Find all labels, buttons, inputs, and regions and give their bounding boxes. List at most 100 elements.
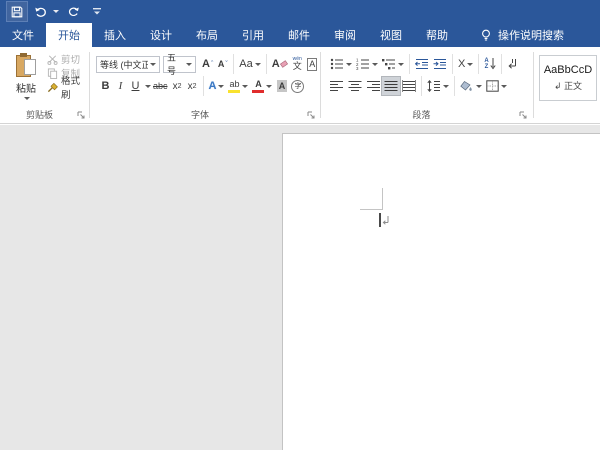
superscript-button[interactable]: x2 xyxy=(185,77,200,95)
align-right-icon xyxy=(366,80,380,92)
paste-label: 粘贴 xyxy=(16,80,36,95)
undo-dropdown[interactable] xyxy=(51,2,59,21)
eraser-icon xyxy=(280,60,288,68)
chevron-down-icon xyxy=(467,63,473,66)
tab-review[interactable]: 审阅 xyxy=(322,23,368,47)
dialog-launcher-icon xyxy=(519,111,528,120)
distribute-button[interactable] xyxy=(400,77,418,95)
format-painter-label: 格式刷 xyxy=(61,73,89,101)
separator xyxy=(233,54,234,74)
paragraph-dialog-launcher[interactable] xyxy=(519,111,528,120)
tab-view[interactable]: 视图 xyxy=(368,23,414,47)
separator xyxy=(409,54,410,74)
numbering-button[interactable]: 123 xyxy=(354,55,380,73)
align-right-button[interactable] xyxy=(364,77,382,95)
shading-button[interactable] xyxy=(458,77,484,95)
show-marks-icon xyxy=(507,58,518,70)
line-spacing-button[interactable] xyxy=(425,77,451,95)
decrease-indent-button[interactable] xyxy=(413,55,431,73)
paste-button[interactable]: 粘贴 xyxy=(8,53,44,105)
strikethrough-button[interactable]: abc xyxy=(151,77,170,95)
tell-me-search[interactable]: 操作说明搜索 xyxy=(474,23,570,47)
document-page[interactable] xyxy=(282,133,600,450)
undo-icon xyxy=(34,5,48,19)
clear-formatting-button[interactable]: A xyxy=(270,55,290,73)
text-effects-button[interactable]: A xyxy=(207,77,227,95)
align-left-icon xyxy=(330,80,344,92)
paste-clipboard-icon xyxy=(16,53,37,78)
font-name-value: 等线 (中文正文 xyxy=(100,58,148,71)
bold-button[interactable]: B xyxy=(98,77,113,95)
document-workspace[interactable] xyxy=(0,125,600,450)
tab-layout[interactable]: 布局 xyxy=(184,23,230,47)
save-button[interactable] xyxy=(7,2,27,21)
highlight-color-swatch xyxy=(228,90,240,93)
word-window: 文件 开始 插入 设计 布局 引用 邮件 审阅 视图 帮助 操作说明搜索 xyxy=(0,0,600,450)
font-name-combo[interactable]: 等线 (中文正文 xyxy=(96,56,160,73)
multilevel-list-button[interactable] xyxy=(380,55,406,73)
group-separator xyxy=(320,52,321,118)
sort-button[interactable]: A Z xyxy=(482,55,497,73)
customize-quick-access-button[interactable] xyxy=(87,2,107,21)
cut-label: 剪切 xyxy=(61,52,80,66)
separator xyxy=(421,76,422,96)
group-font: 等线 (中文正文 五号 Aˆ Aˇ Aa xyxy=(91,47,319,123)
subscript-button[interactable]: x2 xyxy=(170,77,185,95)
chevron-down-icon xyxy=(53,10,59,13)
style-preview-text: AaBbCcD xyxy=(544,64,592,76)
tab-insert[interactable]: 插入 xyxy=(92,23,138,47)
italic-button[interactable]: I xyxy=(113,77,128,95)
tab-help[interactable]: 帮助 xyxy=(414,23,460,47)
bullets-icon xyxy=(330,58,344,70)
chevron-down-icon xyxy=(255,63,261,66)
quick-access-toolbar xyxy=(7,2,107,21)
increase-indent-button[interactable] xyxy=(431,55,449,73)
customize-quick-access-icon xyxy=(92,7,102,16)
paragraph-mark-icon xyxy=(382,215,390,226)
tab-home[interactable]: 开始 xyxy=(46,23,92,47)
cut-button[interactable]: 剪切 xyxy=(47,53,89,65)
group-paragraph: 123 xyxy=(322,47,531,123)
font-size-value: 五号 xyxy=(167,51,184,77)
chevron-down-icon xyxy=(476,85,482,88)
show-hide-marks-button[interactable] xyxy=(505,55,520,73)
chevron-down-icon xyxy=(501,85,507,88)
style-normal-tile[interactable]: AaBbCcD ↲ 正文 xyxy=(539,55,597,101)
grow-font-button[interactable]: Aˆ xyxy=(200,55,215,73)
shrink-font-button[interactable]: Aˇ xyxy=(215,55,230,73)
font-size-combo[interactable]: 五号 xyxy=(163,56,196,73)
svg-text:3: 3 xyxy=(356,66,359,70)
character-border-button[interactable]: A xyxy=(305,55,320,73)
increase-indent-icon xyxy=(433,58,447,70)
lightbulb-icon xyxy=(480,29,492,42)
format-painter-button[interactable]: 格式刷 xyxy=(47,81,89,93)
tab-design[interactable]: 设计 xyxy=(138,23,184,47)
tab-file[interactable]: 文件 xyxy=(0,23,46,47)
group-styles: AaBbCcD ↲ 正文 xyxy=(535,47,600,123)
redo-button[interactable] xyxy=(63,2,83,21)
undo-button[interactable] xyxy=(31,2,51,21)
phonetic-guide-button[interactable]: wén 文 xyxy=(290,55,305,73)
margin-corner-mark xyxy=(360,209,382,210)
font-dialog-launcher[interactable] xyxy=(307,111,316,120)
tab-references[interactable]: 引用 xyxy=(230,23,276,47)
align-left-button[interactable] xyxy=(328,77,346,95)
font-color-swatch xyxy=(252,90,264,93)
borders-button[interactable] xyxy=(484,77,509,95)
character-shading-button[interactable]: A xyxy=(274,77,289,95)
chevron-down-icon xyxy=(346,63,352,66)
asian-layout-button[interactable]: X xyxy=(456,55,475,73)
justify-button[interactable] xyxy=(382,77,400,95)
change-case-button[interactable]: Aa xyxy=(237,55,262,73)
chevron-down-icon xyxy=(398,63,404,66)
numbering-icon: 123 xyxy=(356,58,370,70)
underline-button[interactable]: U xyxy=(128,77,143,95)
font-color-button[interactable]: A xyxy=(250,77,274,95)
clipboard-dialog-launcher[interactable] xyxy=(77,111,86,120)
highlight-color-button[interactable]: ab xyxy=(226,77,250,95)
align-center-button[interactable] xyxy=(346,77,364,95)
enclose-characters-button[interactable]: 字 xyxy=(289,77,306,95)
bullets-button[interactable] xyxy=(328,55,354,73)
tab-mailings[interactable]: 邮件 xyxy=(276,23,322,47)
paragraph-group-label: 段落 xyxy=(322,108,521,121)
